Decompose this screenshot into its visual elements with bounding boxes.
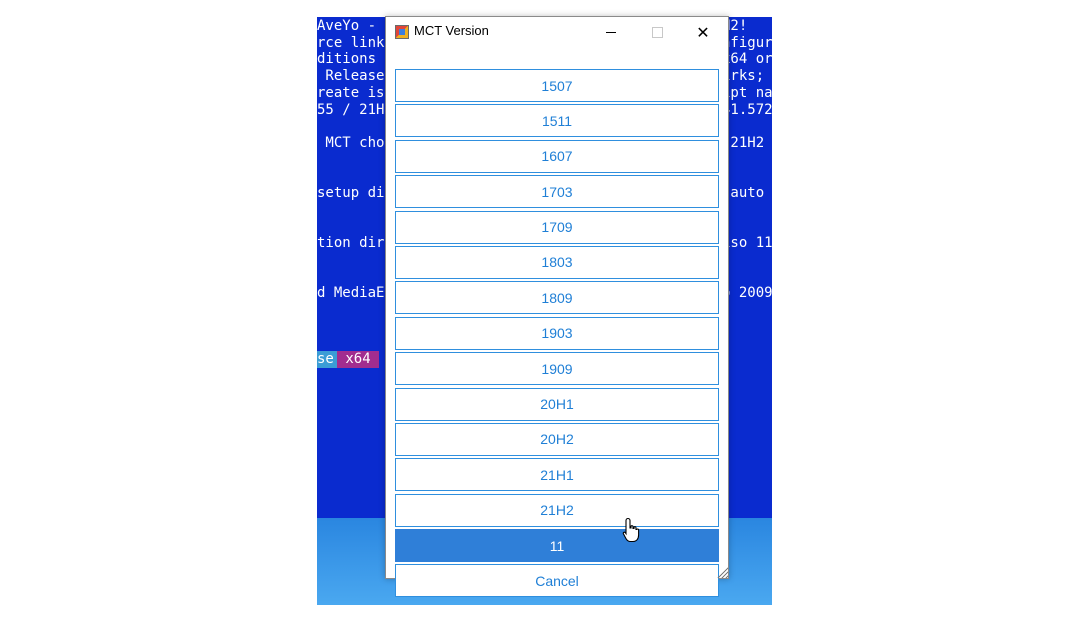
console-line: nfigur	[722, 34, 772, 51]
version-button-1709[interactable]: 1709	[395, 210, 719, 244]
release-tag: se	[317, 351, 337, 368]
console-line: iso 11	[722, 235, 772, 252]
cancel-button[interactable]: Cancel	[395, 564, 719, 598]
version-button-11[interactable]: 11	[395, 529, 719, 563]
version-button-list: 1507 1511 1607 1703 1709 1803 1809 1903 1909 20H1…	[395, 69, 719, 600]
maximize-icon	[651, 26, 663, 38]
resize-grip-icon[interactable]	[716, 566, 728, 578]
window-title: MCT Version	[414, 23, 489, 38]
close-icon: ✕	[696, 22, 710, 42]
console-line: o 2009	[722, 285, 772, 302]
minimize-button[interactable]	[588, 17, 634, 47]
console-line: 41.572	[722, 101, 772, 118]
arch-tag: x64	[337, 351, 379, 368]
version-button-1507[interactable]: 1507	[395, 69, 719, 102]
version-button-1803[interactable]: 1803	[395, 245, 719, 279]
version-button-1909[interactable]: 1909	[395, 352, 719, 386]
version-button-1703[interactable]: 1703	[395, 175, 719, 209]
console-line: ipt na	[722, 84, 772, 101]
version-button-21h1[interactable]: 21H1	[395, 458, 719, 492]
console-line: d MediaEd	[317, 285, 393, 302]
maximize-button[interactable]	[634, 17, 680, 47]
version-button-1511[interactable]: 1511	[395, 104, 719, 138]
console-line: setup dir	[317, 185, 393, 201]
mct-version-dialog: MCT Version ✕ 1507 1511 1607 1703 1709 1803 18…	[385, 16, 729, 598]
console-line: ditions (	[317, 51, 393, 68]
version-button-1809[interactable]: 1809	[395, 281, 719, 315]
console-line: rce links	[317, 34, 393, 51]
close-button[interactable]: ✕	[680, 17, 726, 47]
version-button-1607[interactable]: 1607	[395, 139, 719, 173]
console-line: Release	[317, 68, 393, 85]
title-bar[interactable]: MCT Version ✕	[386, 17, 728, 47]
version-button-1903[interactable]: 1903	[395, 316, 719, 350]
console-line: AveYo - f	[317, 18, 393, 34]
console-line: 55 / 21H1	[317, 101, 393, 118]
version-button-21h2[interactable]: 21H2	[395, 493, 719, 527]
minimize-icon	[606, 31, 616, 33]
version-button-20h2[interactable]: 20H2	[395, 422, 719, 456]
app-icon	[395, 25, 409, 39]
console-line: tion dire	[317, 235, 393, 252]
console-line: MCT choi	[317, 134, 393, 151]
console-line: reate iso	[317, 84, 393, 101]
console-line: x64 or	[722, 51, 772, 68]
version-button-20h1[interactable]: 20H1	[395, 387, 719, 421]
hand-cursor-icon	[622, 517, 640, 543]
